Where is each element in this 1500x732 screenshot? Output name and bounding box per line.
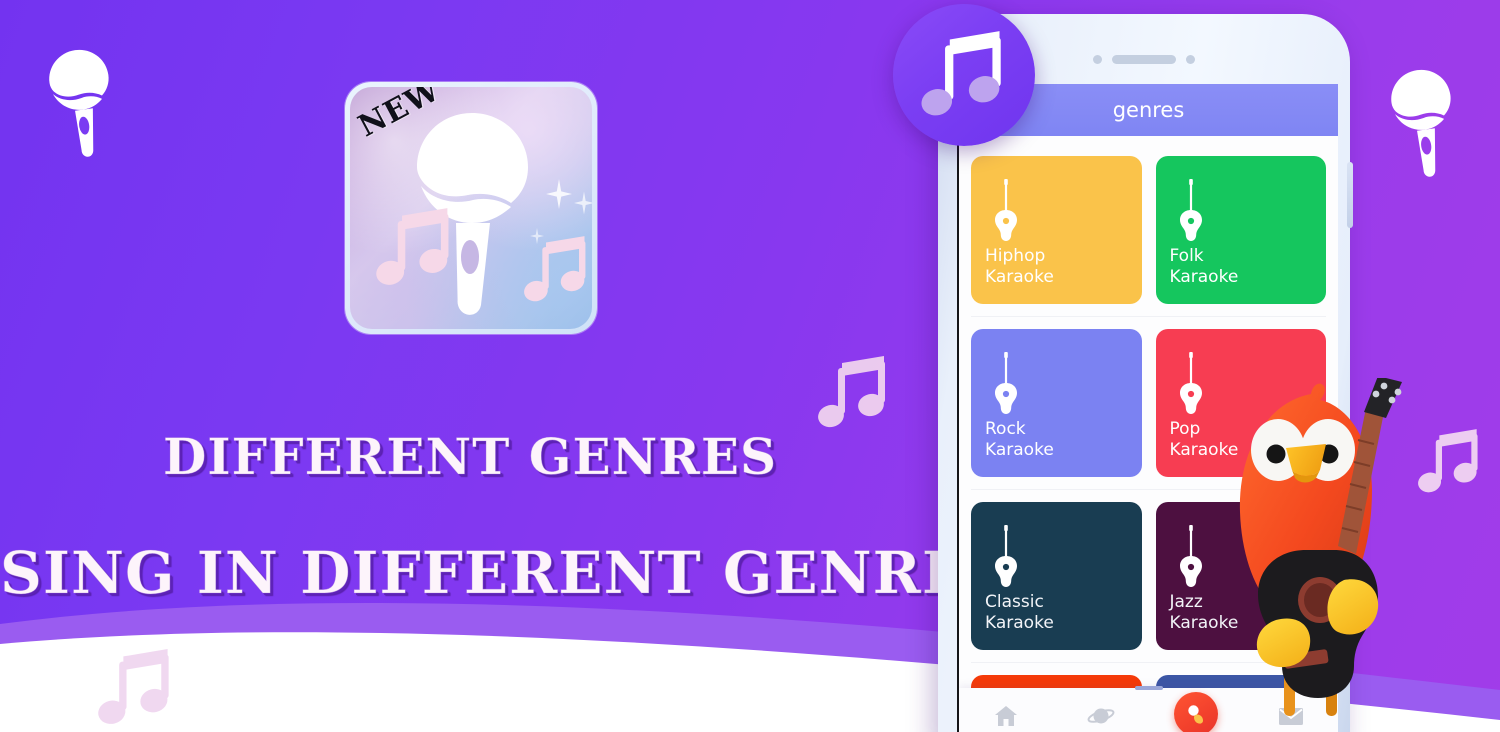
earpiece-slot	[1112, 54, 1176, 64]
home-icon	[995, 706, 1018, 726]
genre-card-label: Classic Karaoke	[985, 591, 1054, 633]
sparkle-icon	[574, 191, 592, 215]
music-note-icon	[376, 208, 449, 285]
planet-icon	[1087, 708, 1115, 724]
genre-card-folk[interactable]: Folk Karaoke	[1155, 156, 1326, 304]
music-note-icon	[98, 648, 174, 732]
headline-secondary: SING IN DIFFERENT GENRES	[0, 539, 1010, 608]
headline-primary: DIFFERENT GENRES	[162, 427, 778, 487]
guitar-icon	[1179, 352, 1202, 414]
microphone-icon	[1379, 64, 1466, 183]
sparkle-icon	[546, 179, 572, 209]
guitar-icon	[1179, 179, 1202, 241]
record-fab-icon[interactable]	[1173, 692, 1218, 732]
genre-row: Hiphop Karaoke Folk Karaoke	[971, 144, 1326, 317]
nav-notch	[1134, 686, 1163, 690]
genre-card-label: Rock Karaoke	[985, 418, 1054, 460]
genre-card-classic[interactable]: Classic Karaoke	[971, 502, 1142, 650]
camera-dot-icon	[1093, 54, 1102, 64]
genre-card-label: Hiphop Karaoke	[985, 245, 1054, 287]
music-note-icon	[921, 31, 1001, 116]
app-icon-artwork: NEW	[350, 87, 592, 329]
music-note-icon	[1418, 428, 1482, 501]
sensor-dot-icon	[1186, 54, 1195, 64]
guitar-icon	[995, 352, 1017, 414]
genre-card-rock[interactable]: Rock Karaoke	[971, 329, 1142, 477]
nav-item-discover[interactable]	[1073, 694, 1129, 732]
app-bar-title: genres	[1112, 98, 1185, 122]
genre-card-label: Folk Karaoke	[1169, 245, 1239, 287]
phone-side-button[interactable]	[1347, 162, 1353, 228]
guitar-icon	[995, 179, 1017, 241]
genre-card-hiphop[interactable]: Hiphop Karaoke	[971, 156, 1142, 304]
promo-banner: NEW DIFFERENT GENRES SING IN DIFFERENT G…	[0, 0, 1500, 732]
app-icon[interactable]: NEW	[345, 82, 597, 334]
guitar-icon	[995, 525, 1017, 587]
nav-item-home[interactable]	[978, 694, 1034, 732]
music-note-icon	[524, 236, 586, 302]
guitar-icon	[1179, 525, 1202, 587]
music-note-badge	[893, 4, 1035, 146]
microphone-icon	[37, 44, 124, 163]
mic-fab-glyph-icon	[1188, 705, 1203, 724]
music-note-icon	[818, 355, 890, 436]
bird-with-guitar-mascot	[1216, 376, 1406, 723]
